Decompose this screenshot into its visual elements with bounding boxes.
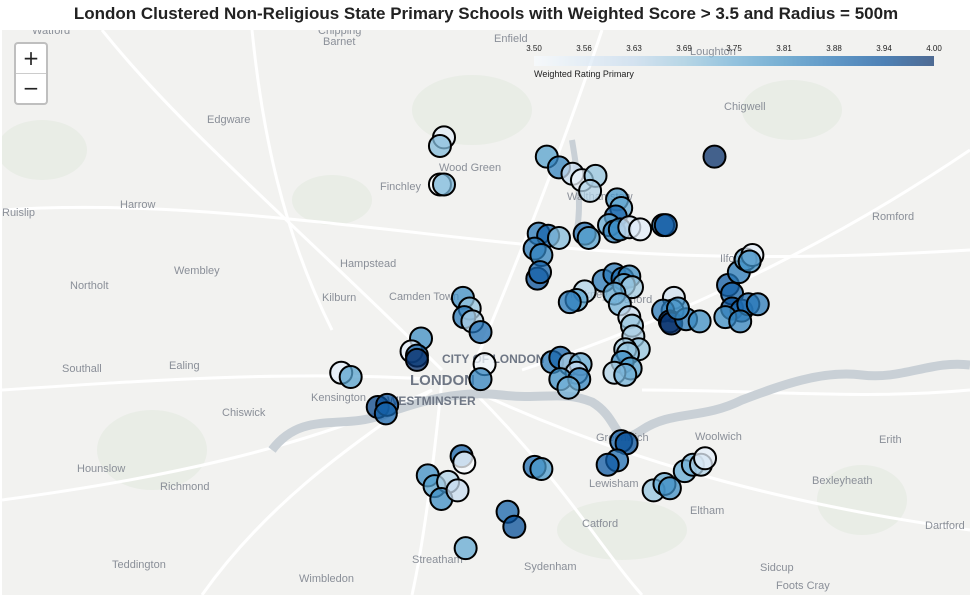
legend-tick-label: 3.81 <box>776 44 792 53</box>
school-marker[interactable] <box>546 225 571 250</box>
place-label: WESTMINSTER <box>387 394 476 408</box>
road <box>2 374 443 392</box>
school-marker[interactable] <box>556 375 581 400</box>
school-marker[interactable] <box>728 309 753 334</box>
school-marker[interactable] <box>529 456 554 481</box>
place-label: Camden Town <box>389 291 459 303</box>
school-marker[interactable] <box>702 144 727 169</box>
place-label: Woolwich <box>695 431 742 443</box>
base-map-layer <box>2 30 970 595</box>
school-marker[interactable] <box>432 172 457 197</box>
place-label: Lewisham <box>589 478 639 490</box>
legend-tick-label: 3.94 <box>876 44 892 53</box>
legend-tick-label: 3.69 <box>676 44 692 53</box>
legend-tick-label: 4.00 <box>926 44 942 53</box>
school-marker[interactable] <box>373 401 398 426</box>
place-label: Romford <box>872 211 914 223</box>
school-marker[interactable] <box>653 213 678 238</box>
color-legend: 3.50 3.56 3.63 3.69 3.75 3.81 3.88 3.94 4.00 Wei… <box>526 44 942 84</box>
place-label: Barnet <box>323 36 355 48</box>
school-marker[interactable] <box>528 260 553 285</box>
zoom-in-button[interactable]: + <box>16 44 46 73</box>
school-marker[interactable] <box>745 292 770 317</box>
legend-tick-label: 3.63 <box>626 44 642 53</box>
place-label: Wood Green <box>439 162 501 174</box>
place-label: Streatham <box>412 554 463 566</box>
place-label: Chigwell <box>724 101 766 113</box>
legend-ticks: 3.50 3.56 3.63 3.69 3.75 3.81 3.88 3.94 4.00 <box>526 44 942 56</box>
zoom-control: + − <box>14 42 48 105</box>
legend-tick-label: 3.75 <box>726 44 742 53</box>
place-label: Edgware <box>207 114 250 126</box>
place-label: Ealing <box>169 360 200 372</box>
park-area <box>412 75 532 145</box>
place-label: Richmond <box>160 481 210 493</box>
school-marker[interactable] <box>595 452 620 477</box>
road <box>641 388 970 396</box>
place-label: Catford <box>582 518 618 530</box>
school-marker[interactable] <box>502 514 527 539</box>
map-canvas[interactable]: Watford Chipping Barnet Enfield Loughton Edgw… <box>2 30 970 595</box>
school-marker[interactable] <box>578 178 603 203</box>
school-marker[interactable] <box>613 362 638 387</box>
school-marker[interactable] <box>453 536 478 561</box>
place-label: Kilburn <box>322 292 356 304</box>
place-label: Enfield <box>494 33 528 45</box>
place-label: Erith <box>879 434 902 446</box>
legend-caption: Weighted Rating Primary <box>534 69 634 79</box>
park-area <box>97 410 207 490</box>
place-label: Hounslow <box>77 463 125 475</box>
place-label: Sydenham <box>524 561 577 573</box>
school-marker[interactable] <box>628 217 653 242</box>
place-label: Chiswick <box>222 407 266 419</box>
place-label: LONDON <box>410 372 475 389</box>
map-title: London Clustered Non-Religious State Pri… <box>73 4 899 23</box>
school-marker[interactable] <box>665 296 690 321</box>
place-label: Foots Cray <box>776 580 830 592</box>
place-label: Hampstead <box>340 258 396 270</box>
park-area <box>2 120 87 180</box>
place-label: Watford <box>32 30 70 37</box>
school-marker[interactable] <box>404 347 429 372</box>
school-marker[interactable] <box>445 478 470 503</box>
place-label: Finchley <box>380 181 421 193</box>
place-label: Wembley <box>174 265 220 277</box>
legend-tick-label: 3.56 <box>576 44 592 53</box>
school-marker[interactable] <box>657 476 682 501</box>
place-label: Eltham <box>690 505 724 517</box>
school-marker[interactable] <box>468 367 493 392</box>
place-label: Wimbledon <box>299 573 354 585</box>
school-marker[interactable] <box>557 290 582 315</box>
map-svg[interactable]: Watford ChippingBarnet EnfieldLoughtonEdgw… <box>2 30 970 595</box>
school-marker[interactable] <box>693 446 718 471</box>
legend-tick-label: 3.50 <box>526 44 542 53</box>
school-marker[interactable] <box>737 249 762 274</box>
place-label: Bexleyheath <box>812 475 873 487</box>
place-label: Teddington <box>112 559 166 571</box>
school-marker[interactable] <box>427 133 452 158</box>
school-marker[interactable] <box>468 320 493 345</box>
place-label: Southall <box>62 363 102 375</box>
road <box>2 205 970 259</box>
school-marker[interactable] <box>452 450 477 475</box>
school-marker[interactable] <box>576 225 601 250</box>
place-label: Harrow <box>120 199 156 211</box>
park-area <box>292 175 372 225</box>
school-marker[interactable] <box>338 365 363 390</box>
place-label: Northolt <box>70 280 109 292</box>
place-label: Dartford <box>925 520 965 532</box>
place-label: Kensington <box>311 392 366 404</box>
legend-color-bar <box>534 56 934 66</box>
school-marker[interactable] <box>687 309 712 334</box>
legend-tick-label: 3.88 <box>826 44 842 53</box>
place-label: Sidcup <box>760 562 794 574</box>
zoom-out-button[interactable]: − <box>16 73 46 103</box>
place-label: Ruislip <box>2 207 35 219</box>
